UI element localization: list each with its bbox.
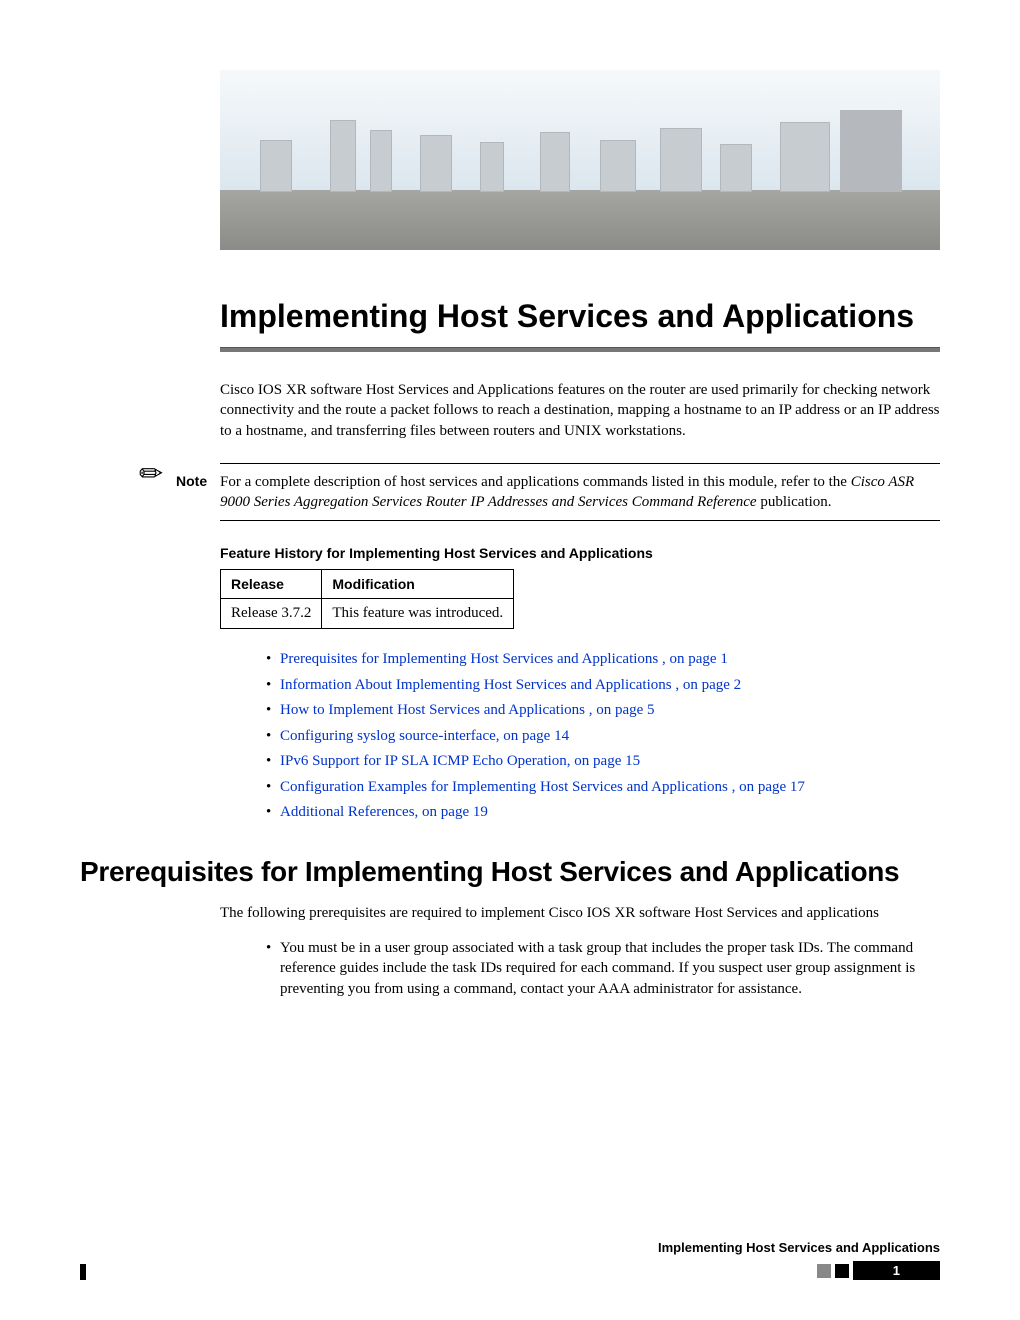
table-cell-release: Release 3.7.2 <box>221 599 322 629</box>
feature-history-table: Release Modification Release 3.7.2 This … <box>220 569 514 629</box>
footer-title: Implementing Host Services and Applicati… <box>80 1240 940 1255</box>
section-heading-prerequisites: Prerequisites for Implementing Host Serv… <box>80 856 940 888</box>
note-icon: ✎ <box>131 453 172 494</box>
note-label: Note <box>176 472 220 513</box>
page-title: Implementing Host Services and Applicati… <box>220 298 940 335</box>
footer-decor-block <box>817 1264 831 1278</box>
section-body: The following prerequisites are required… <box>220 903 940 923</box>
toc-link-references[interactable]: Additional References, on page 19 <box>280 804 488 820</box>
toc-link-ipv6[interactable]: IPv6 Support for IP SLA ICMP Echo Operat… <box>280 753 640 769</box>
intro-paragraph: Cisco IOS XR software Host Services and … <box>220 380 940 441</box>
banner-image <box>220 70 940 250</box>
table-row: Release 3.7.2 This feature was introduce… <box>221 599 514 629</box>
footer-decor-block <box>835 1264 849 1278</box>
note-text: For a complete description of host servi… <box>220 472 940 513</box>
footer-left-mark <box>80 1264 86 1280</box>
list-item: You must be in a user group associated w… <box>280 938 940 999</box>
note-block: ✎ Note For a complete description of hos… <box>80 463 940 522</box>
title-rule <box>220 347 940 352</box>
table-header-modification: Modification <box>322 570 514 599</box>
toc-list: Prerequisites for Implementing Host Serv… <box>240 647 940 826</box>
toc-link-examples[interactable]: Configuration Examples for Implementing … <box>280 779 805 795</box>
table-cell-modification: This feature was introduced. <box>322 599 514 629</box>
toc-link-information[interactable]: Information About Implementing Host Serv… <box>280 677 741 693</box>
toc-link-syslog[interactable]: Configuring syslog source-interface, on … <box>280 728 569 744</box>
feature-history-heading: Feature History for Implementing Host Se… <box>220 545 940 561</box>
footer-page-number: 1 <box>853 1261 940 1280</box>
page-footer: Implementing Host Services and Applicati… <box>80 1240 940 1280</box>
table-header-release: Release <box>221 570 322 599</box>
toc-link-prerequisites[interactable]: Prerequisites for Implementing Host Serv… <box>280 651 728 667</box>
toc-link-howto[interactable]: How to Implement Host Services and Appli… <box>280 702 655 718</box>
